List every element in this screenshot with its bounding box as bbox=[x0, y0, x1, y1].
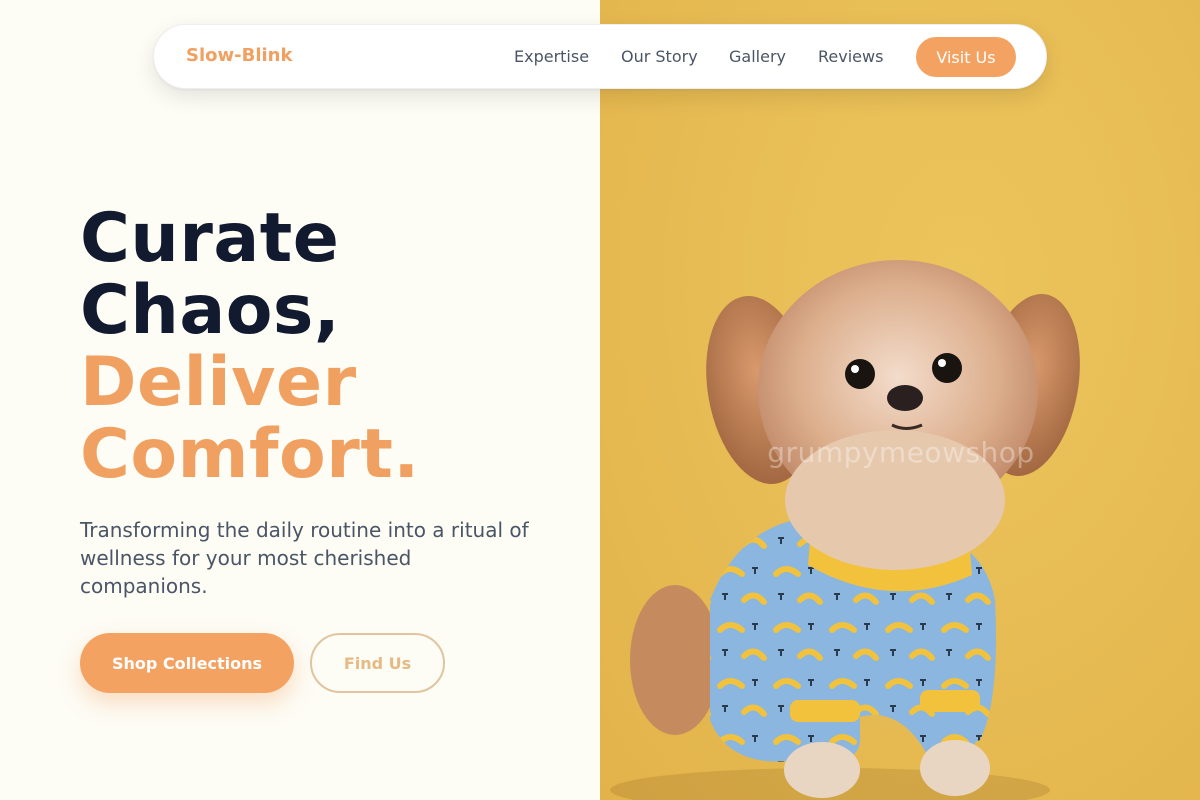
top-navbar: Slow-Blink Expertise Our Story Gallery R… bbox=[153, 24, 1047, 89]
nav-link-gallery[interactable]: Gallery bbox=[729, 47, 786, 66]
hero-subtext: Transforming the daily routine into a ri… bbox=[80, 518, 529, 598]
brand-logo[interactable]: Slow-Blink bbox=[186, 45, 292, 66]
find-us-button[interactable]: Find Us bbox=[310, 633, 445, 693]
visit-us-button[interactable]: Visit Us bbox=[916, 37, 1016, 77]
dog-photo bbox=[610, 260, 1080, 800]
shop-collections-button[interactable]: Shop Collections bbox=[80, 633, 294, 693]
headline-line-3: Deliver bbox=[80, 343, 357, 422]
nav-link-expertise[interactable]: Expertise bbox=[514, 47, 589, 66]
hero-headline: Curate Chaos, Deliver Comfort. bbox=[80, 203, 420, 491]
headline-line-4: Comfort. bbox=[80, 415, 420, 494]
image-watermark: grumpymeowshop bbox=[767, 436, 1035, 469]
headline-line-1: Curate bbox=[80, 199, 340, 278]
hero-image: grumpymeowshop bbox=[600, 0, 1200, 800]
nav-link-our-story[interactable]: Our Story bbox=[621, 47, 698, 66]
headline-line-2: Chaos, bbox=[80, 271, 341, 350]
nav-link-reviews[interactable]: Reviews bbox=[818, 47, 883, 66]
